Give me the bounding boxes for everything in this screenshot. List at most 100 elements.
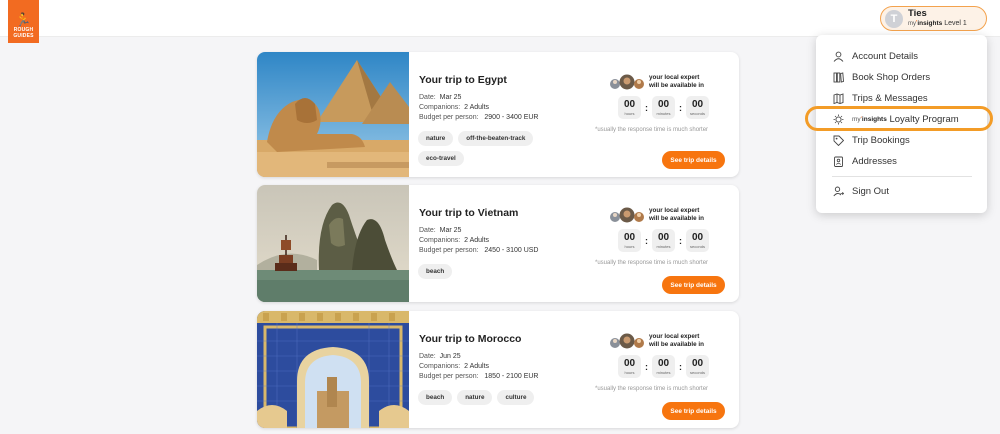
user-name: Ties: [908, 7, 927, 19]
budget-label: Budget per person:: [419, 114, 479, 121]
morocco-gate-image: [257, 311, 409, 428]
countdown-separator: :: [645, 102, 648, 113]
trip-budget: Budget per person: 1850 - 2100 EUR: [419, 373, 538, 380]
trip-date: Date: Jun 25: [419, 353, 461, 360]
minutes-value: 00: [657, 357, 670, 369]
tag-icon: [832, 134, 844, 146]
countdown-separator: :: [645, 361, 648, 372]
menu-item-account-details[interactable]: Account Details: [816, 46, 987, 66]
local-experts: your local expert will be available in: [609, 207, 704, 223]
tag-beach[interactable]: beach: [418, 390, 453, 405]
trip-budget: Budget per person: 2900 - 3400 EUR: [419, 114, 538, 121]
minutes-value: 00: [657, 231, 670, 243]
local-experts: your local expert will be available in: [609, 74, 704, 90]
expert-line2: will be available in: [649, 82, 704, 89]
date-label: Date:: [419, 353, 436, 360]
countdown-hours: 00 hours: [618, 355, 641, 378]
budget-label: Budget per person:: [419, 373, 479, 380]
avatar: T: [885, 9, 903, 28]
menu-item-sign-out[interactable]: Sign Out: [816, 181, 987, 201]
local-experts: your local expert will be available in: [609, 333, 704, 349]
countdown-seconds: 00 seconds: [686, 229, 709, 252]
countdown-separator: :: [679, 235, 682, 246]
expert-line1: your local expert: [649, 207, 700, 214]
response-time-note: *usually the response time is much short…: [595, 386, 709, 392]
trip-date: Date: Mar 25: [419, 227, 461, 234]
books-icon: [832, 71, 844, 83]
trip-companions: Companions: 2 Adults: [419, 363, 489, 370]
menu-label: Account Details: [852, 50, 919, 62]
tag-eco-travel[interactable]: eco-travel: [418, 151, 464, 166]
countdown-separator: :: [679, 102, 682, 113]
tag-nature[interactable]: nature: [418, 131, 454, 146]
expert-avatars: [610, 333, 644, 349]
expert-line2: will be available in: [649, 215, 704, 222]
account-dropdown-menu: Account Details Book Shop Orders Trips &…: [816, 35, 987, 213]
menu-item-trip-bookings[interactable]: Trip Bookings: [816, 130, 987, 150]
rough-guides-logo[interactable]: 🏃 ROUGH GUIDES: [8, 0, 39, 43]
date-label: Date:: [419, 94, 436, 101]
countdown-separator: :: [679, 361, 682, 372]
companions-label: Companions:: [419, 104, 461, 111]
menu-divider: [832, 176, 972, 177]
user-menu-button[interactable]: T Ties my'insights Level 1: [880, 6, 987, 31]
seconds-value: 00: [691, 98, 704, 110]
countdown-minutes: 00 minutes: [652, 355, 675, 378]
seconds-label: seconds: [690, 369, 705, 375]
countdown-timer: 00 hours : 00 minutes : 00 seconds: [618, 355, 709, 378]
trip-companions: Companions: 2 Adults: [419, 237, 489, 244]
expert-availability-text: your local expert will be available in: [649, 333, 704, 349]
trip-companions: Companions: 2 Adults: [419, 104, 489, 111]
trip-tags: nature off-the-beaten-track eco-travel: [418, 131, 568, 166]
countdown-timer: 00 hours : 00 minutes : 00 seconds: [618, 96, 709, 119]
tag-off-the-beaten-track[interactable]: off-the-beaten-track: [458, 131, 534, 146]
tag-culture[interactable]: culture: [497, 390, 535, 405]
companions-label: Companions:: [419, 363, 461, 370]
expert-line2: will be available in: [649, 341, 704, 348]
countdown-minutes: 00 minutes: [652, 229, 675, 252]
countdown-seconds: 00 seconds: [686, 96, 709, 119]
seconds-label: seconds: [690, 243, 705, 249]
trip-card-vietnam: Your trip to Vietnam Date: Mar 25 Compan…: [257, 185, 739, 302]
menu-item-book-shop-orders[interactable]: Book Shop Orders: [816, 67, 987, 87]
countdown-timer: 00 hours : 00 minutes : 00 seconds: [618, 229, 709, 252]
menu-item-trips-messages[interactable]: Trips & Messages: [816, 88, 987, 108]
myinsights-insights: insights: [917, 19, 943, 27]
menu-label: Trips & Messages: [852, 92, 928, 104]
badge-icon: [832, 113, 844, 125]
countdown-seconds: 00 seconds: [686, 355, 709, 378]
tag-beach[interactable]: beach: [418, 264, 453, 279]
expert-availability-text: your local expert will be available in: [649, 207, 704, 223]
sign-out-icon: [832, 185, 844, 197]
menu-label: Sign Out: [852, 185, 889, 197]
trip-card-morocco: Your trip to Morocco Date: Jun 25 Compan…: [257, 311, 739, 428]
hours-label: hours: [624, 110, 635, 116]
companions-value: 2 Adults: [464, 104, 490, 111]
response-time-note: *usually the response time is much short…: [595, 127, 709, 133]
menu-item-loyalty-program[interactable]: my ' insights Loyalty Program: [816, 109, 987, 129]
companions-label: Companions:: [419, 237, 461, 244]
trip-title: Your trip to Vietnam: [419, 207, 519, 219]
tag-nature[interactable]: nature: [457, 390, 493, 405]
expert-avatars: [610, 207, 644, 223]
see-trip-details-button[interactable]: See trip details: [662, 402, 725, 420]
menu-label: Book Shop Orders: [852, 71, 931, 83]
see-trip-details-button[interactable]: See trip details: [662, 151, 725, 169]
top-header: 🏃 ROUGH GUIDES T Ties my'insights Level …: [0, 0, 1000, 43]
minutes-label: minutes: [656, 243, 671, 249]
trip-title: Your trip to Morocco: [419, 333, 522, 345]
response-time-note: *usually the response time is much short…: [595, 260, 709, 266]
companions-value: 2 Adults: [464, 363, 490, 370]
map-icon: [832, 92, 844, 104]
date-value: Jun 25: [439, 353, 461, 360]
expert-line1: your local expert: [649, 74, 700, 81]
trip-card-egypt: Your trip to Egypt Date: Mar 25 Companio…: [257, 52, 739, 177]
trip-tags: beach nature culture: [418, 390, 568, 405]
see-trip-details-button[interactable]: See trip details: [662, 276, 725, 294]
companions-value: 2 Adults: [464, 237, 490, 244]
trip-tags: beach: [418, 264, 568, 279]
menu-item-addresses[interactable]: Addresses: [816, 151, 987, 171]
budget-label: Budget per person:: [419, 247, 479, 254]
expert-availability-text: your local expert will be available in: [649, 74, 704, 90]
minutes-value: 00: [657, 98, 670, 110]
